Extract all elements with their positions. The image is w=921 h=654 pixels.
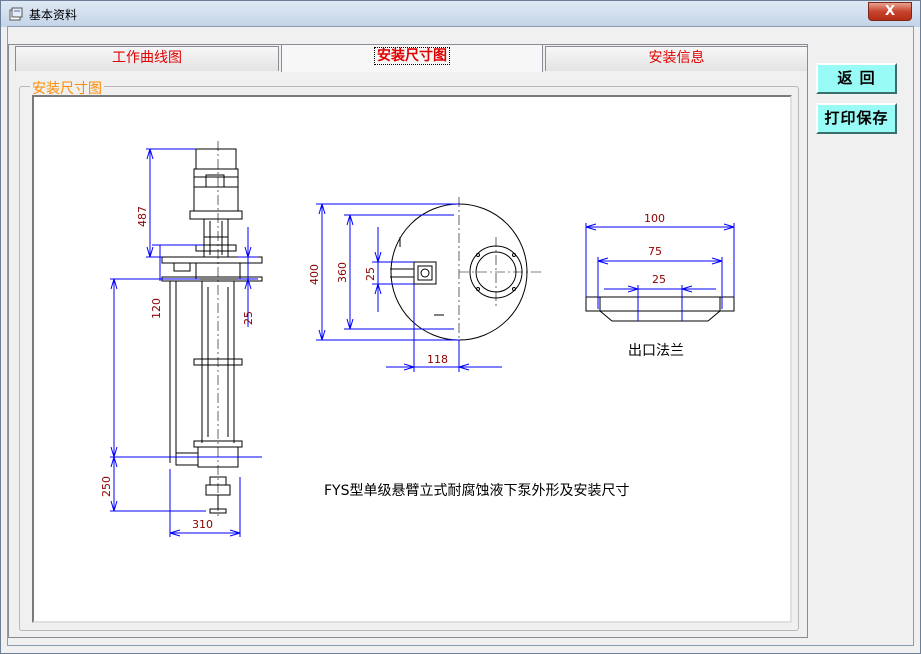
tab-label: 安装尺寸图 xyxy=(374,47,450,65)
dim-400: 400 xyxy=(308,264,321,285)
tab-work-curve[interactable]: 工作曲线图 xyxy=(15,46,279,71)
dim-75: 75 xyxy=(648,245,662,258)
flange-dimension-lines xyxy=(585,223,735,321)
dim-118: 118 xyxy=(427,353,448,366)
title-bar[interactable]: 基本资料 X xyxy=(1,1,920,27)
app-icon xyxy=(9,7,23,21)
installation-drawing: 487 120 25 250 310 400 360 25 118 100 75… xyxy=(100,141,735,537)
tab-install-info[interactable]: 安装信息 xyxy=(545,46,808,71)
side-view-dimension-lines xyxy=(110,148,262,537)
drawing-caption: FYS型单级悬臂立式耐腐蚀液下泵外形及安装尺寸 xyxy=(324,482,630,499)
flange-dimension-text: 100 75 25 xyxy=(644,212,666,286)
tab-label: 安装信息 xyxy=(648,50,705,66)
dim-360: 360 xyxy=(336,262,349,283)
dim-25-side: 25 xyxy=(242,311,255,325)
side-view-dimension-text: 487 120 25 250 310 xyxy=(100,206,255,531)
tab-install-dimensions[interactable]: 安装尺寸图 xyxy=(281,44,543,72)
window-title: 基本资料 xyxy=(29,8,78,22)
tab-label: 工作曲线图 xyxy=(112,50,182,66)
pump-top-view xyxy=(390,203,528,341)
pump-side-view xyxy=(161,148,263,514)
dim-310: 310 xyxy=(192,518,213,531)
outlet-flange-drawing xyxy=(585,296,735,322)
print-save-button[interactable]: 打印保存 xyxy=(816,103,897,134)
back-button[interactable]: 返 回 xyxy=(816,63,897,94)
dim-250: 250 xyxy=(100,476,113,497)
dim-487: 487 xyxy=(136,206,149,227)
dim-25-top: 25 xyxy=(364,267,377,281)
top-view-centerlines xyxy=(458,197,542,347)
flange-caption: 出口法兰 xyxy=(628,343,684,359)
drawing-canvas: 487 120 25 250 310 400 360 25 118 100 75… xyxy=(32,95,792,623)
close-button[interactable]: X xyxy=(868,2,912,21)
dim-100: 100 xyxy=(644,212,665,225)
dim-25-flange: 25 xyxy=(652,273,666,286)
top-view-dimension-lines xyxy=(316,203,502,372)
dim-120: 120 xyxy=(150,298,163,319)
